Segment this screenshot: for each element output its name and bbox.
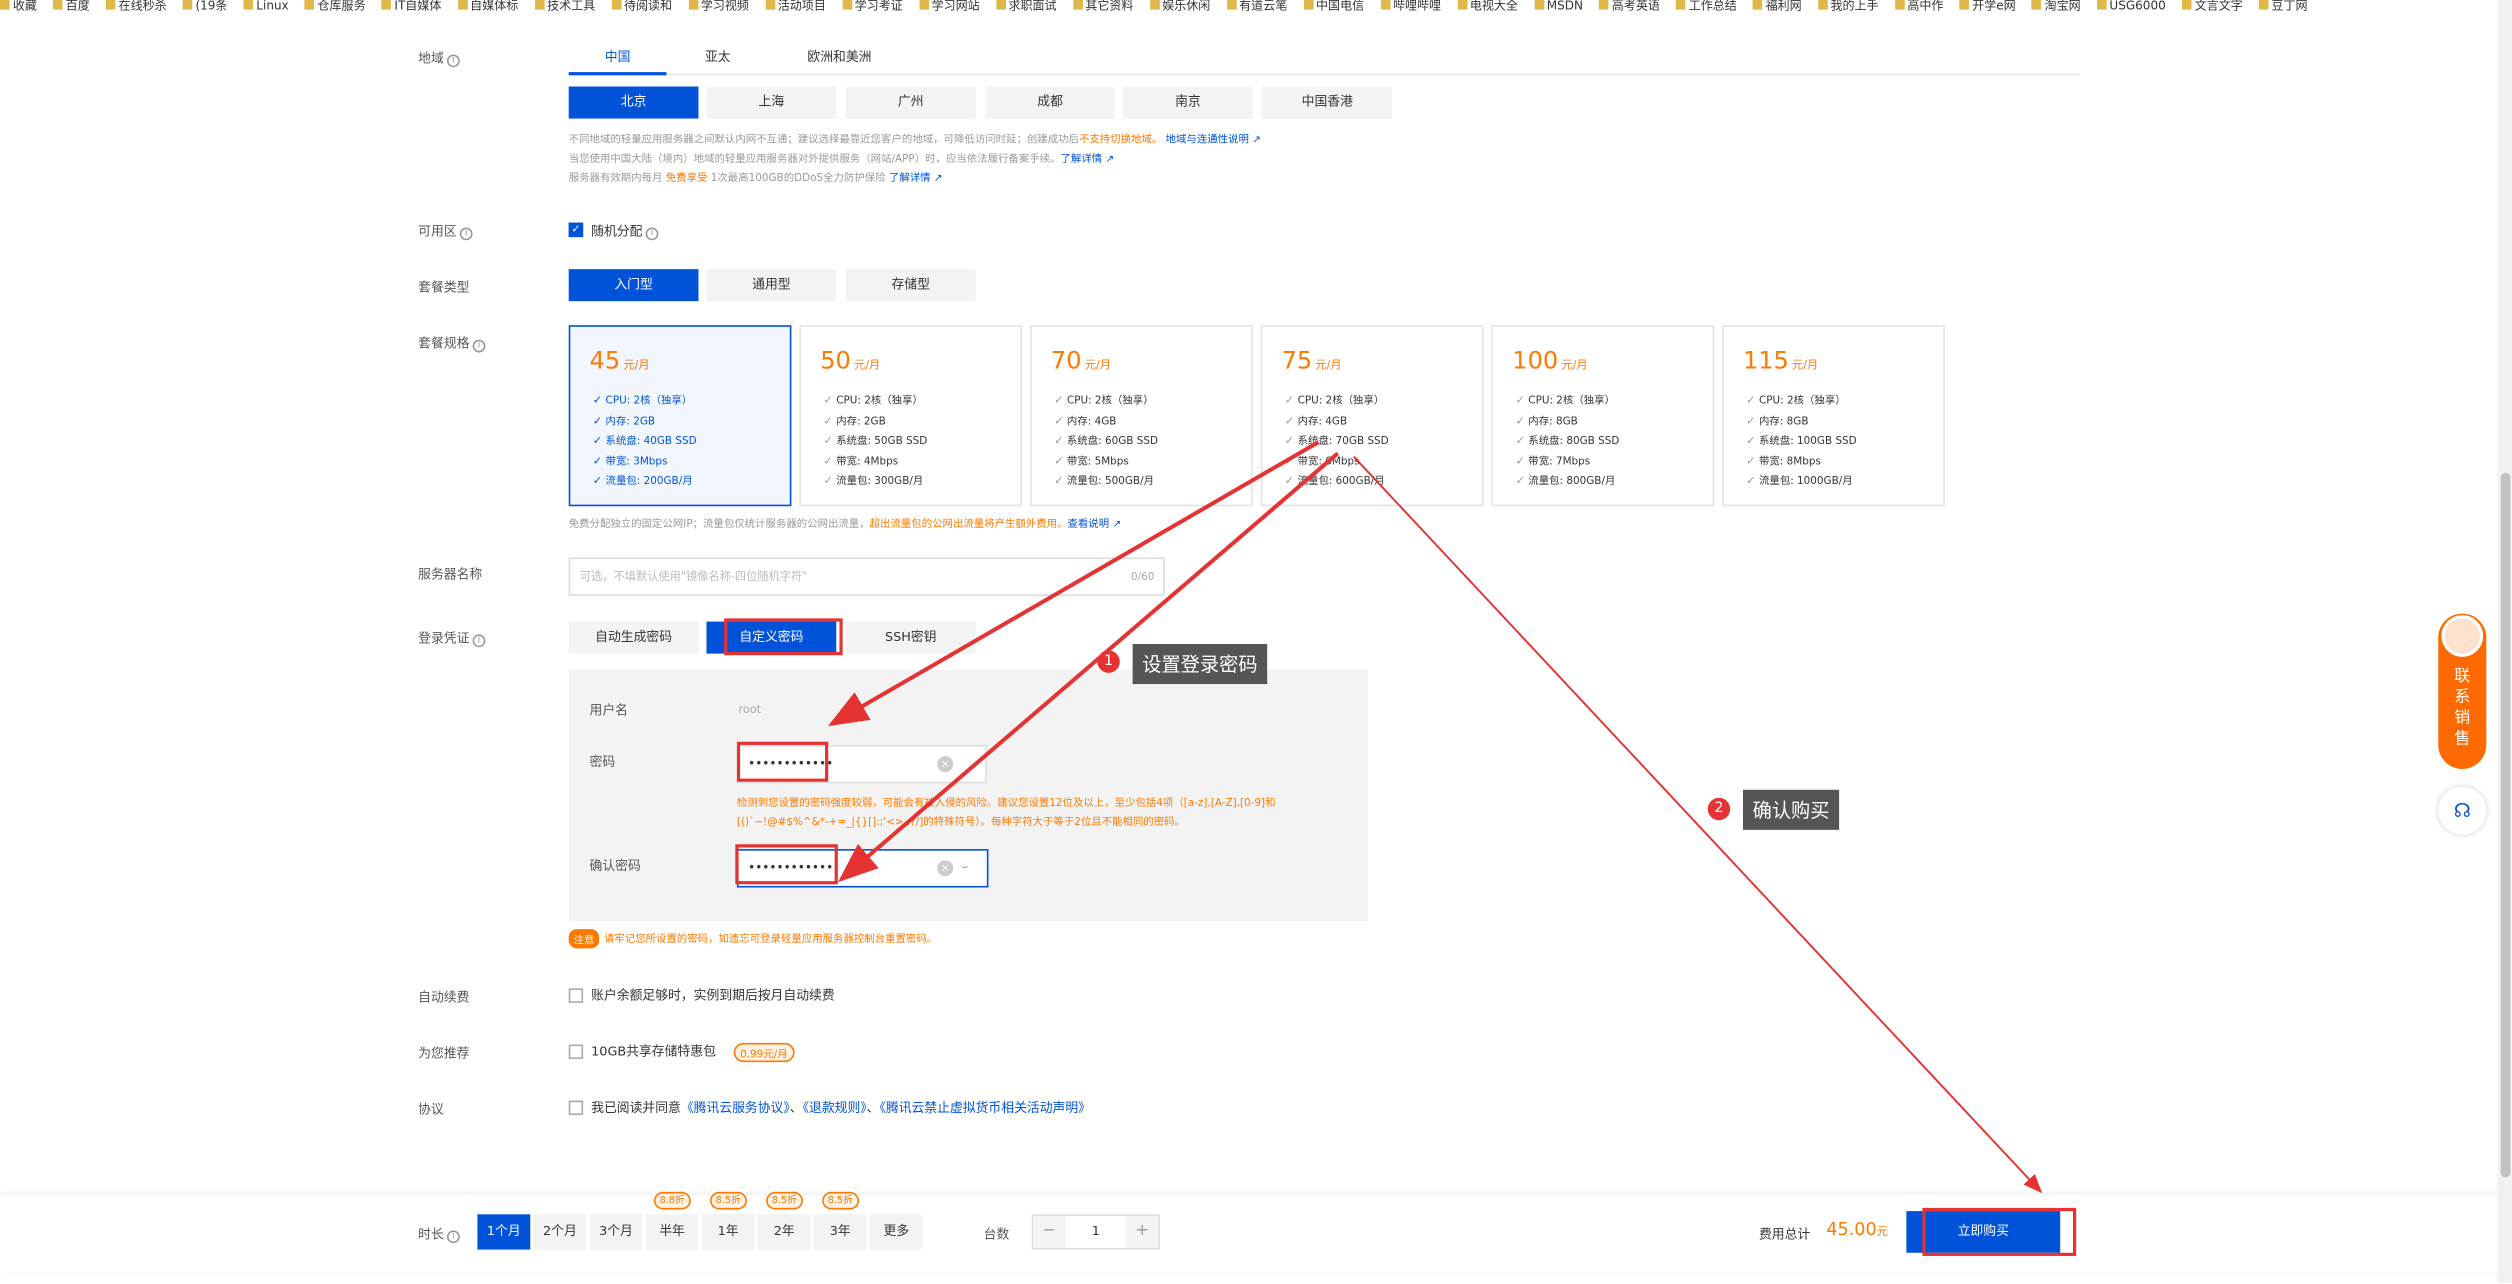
step-1-badge: 1 (1097, 650, 1120, 673)
page: 收藏 百度 在线秒杀 (19条 Linux 仓库服务 IT自媒体 自媒体标 技术工具 待阅读和 学习… (0, 0, 2512, 1284)
arrow-to-buy (1352, 455, 2043, 1194)
step-1-label: 设置登录密码 (1132, 644, 1268, 685)
annotation-arrows (827, 440, 2043, 1194)
step-2-badge: 2 (1707, 797, 1731, 821)
step-2-label: 确认购买 (1742, 789, 1840, 830)
